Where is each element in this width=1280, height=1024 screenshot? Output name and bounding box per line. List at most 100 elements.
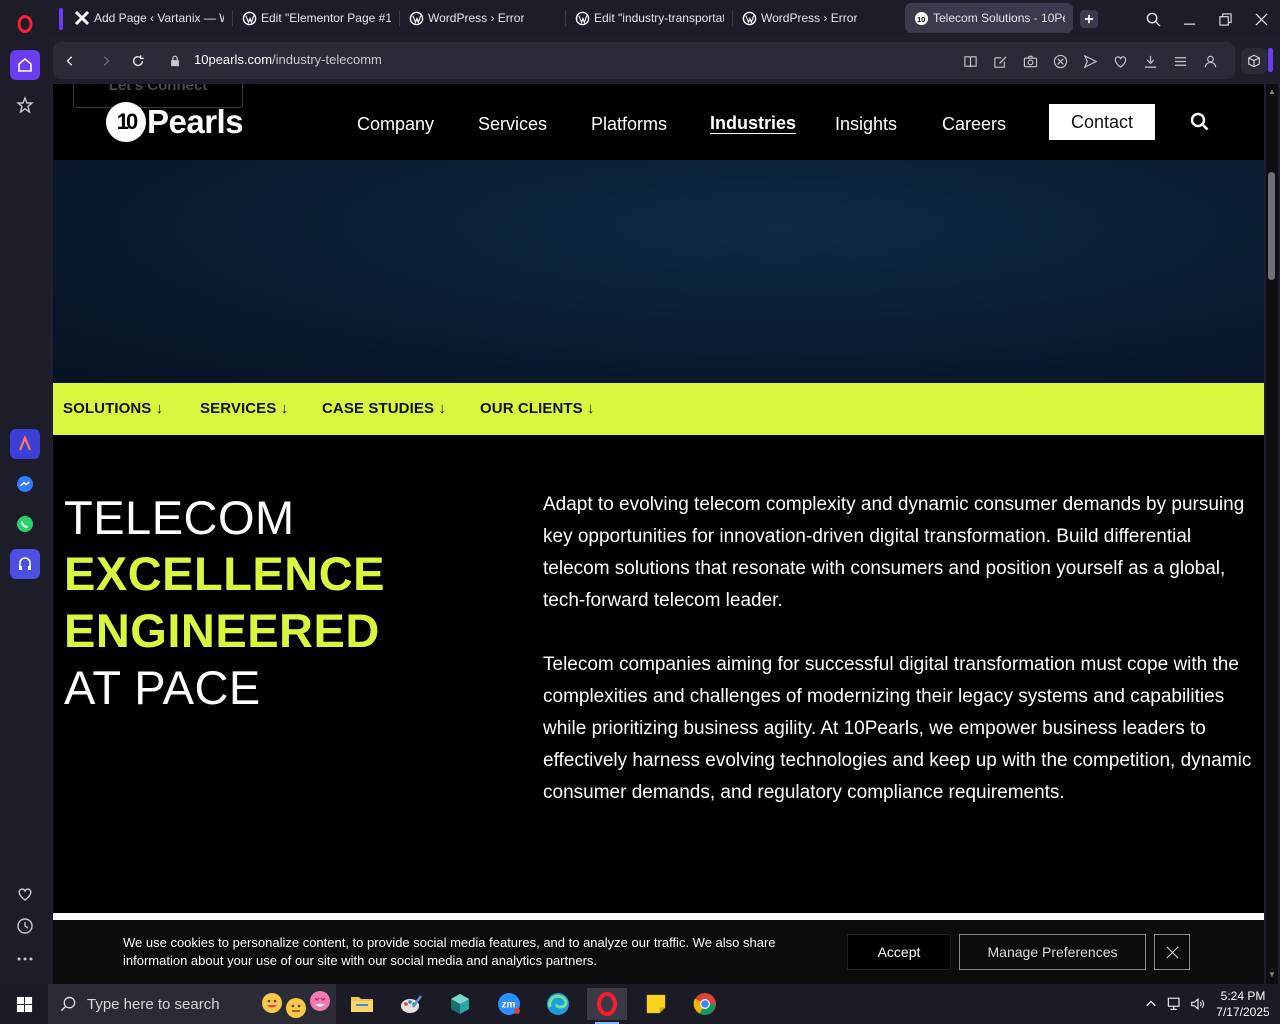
- edit-share-icon[interactable]: [991, 52, 1009, 70]
- logo-mark: 10: [106, 102, 146, 142]
- scroll-up-icon[interactable]: ▲: [1268, 87, 1276, 96]
- nav-industries[interactable]: Industries: [710, 113, 796, 134]
- forward-arrow-icon[interactable]: [95, 50, 117, 72]
- opera-logo-icon[interactable]: [10, 9, 40, 39]
- new-tab-plus-icon[interactable]: [1080, 10, 1098, 28]
- hero-banner: [53, 160, 1264, 383]
- back-arrow-icon[interactable]: [59, 50, 81, 72]
- taskbar: Type here to search zm 5:24 PM 7/17/2025: [0, 984, 1280, 1024]
- nav-services[interactable]: Services: [478, 114, 547, 135]
- manage-preferences-button[interactable]: Manage Preferences: [959, 934, 1146, 970]
- scroll-down-icon[interactable]: ▼: [1268, 970, 1276, 979]
- tab-wordpress-error-2[interactable]: WordPress › Error: [733, 3, 899, 33]
- sticky-notes-icon[interactable]: [636, 988, 676, 1020]
- close-icon[interactable]: [1154, 934, 1190, 970]
- tab-wordpress-error-1[interactable]: WordPress › Error: [400, 3, 565, 33]
- send-flow-icon[interactable]: [1081, 52, 1099, 70]
- cookie-banner: We use cookies to personalize content, t…: [53, 920, 1264, 984]
- reader-mode-icon[interactable]: [961, 52, 979, 70]
- tab-telecom-solutions[interactable]: 10 Telecom Solutions - 10Pea: [905, 3, 1073, 33]
- messenger-icon[interactable]: [10, 469, 40, 499]
- network-icon[interactable]: [1166, 995, 1184, 1013]
- wordpress-icon: [241, 10, 257, 26]
- easy-setup-icon[interactable]: [1171, 52, 1189, 70]
- whatsapp-icon[interactable]: [10, 509, 40, 539]
- download-icon[interactable]: [1141, 52, 1159, 70]
- reload-icon[interactable]: [127, 50, 149, 72]
- intro-paragraph-1: Adapt to evolving telecom complexity and…: [543, 494, 1245, 611]
- scrollbar-thumb[interactable]: [1268, 172, 1275, 280]
- site-logo[interactable]: 10 Pearls: [106, 102, 244, 142]
- contact-button[interactable]: Contact: [1049, 104, 1155, 140]
- clock-date: 7/17/2025: [1216, 1005, 1270, 1019]
- system-clock[interactable]: 5:24 PM 7/17/2025: [1212, 988, 1274, 1020]
- workspace-indicator: [59, 8, 63, 30]
- bookmark-heart-icon[interactable]: [1111, 52, 1129, 70]
- 10pearls-icon: 10: [913, 10, 929, 26]
- heading-line-at-pace: AT PACE: [64, 661, 261, 714]
- nav-company[interactable]: Company: [357, 114, 434, 135]
- opera-taskbar-icon[interactable]: [587, 988, 627, 1024]
- history-clock-icon[interactable]: [10, 911, 40, 941]
- subnav-solutions[interactable]: SOLUTIONS ↓: [63, 400, 163, 417]
- accept-cookies-button[interactable]: Accept: [847, 934, 951, 970]
- search-placeholder: Type here to search: [87, 995, 220, 1013]
- tray-chevron-up-icon[interactable]: [1142, 995, 1160, 1013]
- chrome-browser-icon[interactable]: [685, 988, 725, 1020]
- subnav-case-studies[interactable]: CASE STUDIES ↓: [322, 400, 446, 417]
- url-field[interactable]: 10pearls.com/industry-telecomm: [194, 52, 382, 67]
- wordpress-icon: [574, 10, 590, 26]
- more-dots-icon[interactable]: [10, 944, 40, 974]
- home-icon[interactable]: [10, 50, 40, 80]
- heading-line-telecom: TELECOM: [64, 491, 295, 544]
- tab-industry-transportation[interactable]: Edit "industry-transportat: [566, 3, 732, 33]
- profile-icon[interactable]: [1201, 52, 1219, 70]
- heart-icon[interactable]: [10, 879, 40, 909]
- dev-tool-app-icon[interactable]: [440, 988, 480, 1020]
- sidebar-indicator: [1268, 48, 1273, 72]
- nav-platforms[interactable]: Platforms: [591, 114, 667, 135]
- zoom-app-icon[interactable]: zm: [489, 988, 529, 1020]
- edge-browser-icon[interactable]: [538, 988, 578, 1020]
- clock-time: 5:24 PM: [1220, 989, 1266, 1003]
- close-window-icon[interactable]: [1247, 6, 1275, 32]
- subnav-our-clients[interactable]: OUR CLIENTS ↓: [480, 400, 595, 417]
- svg-text:10: 10: [917, 14, 925, 23]
- emoji-widget-icon[interactable]: [258, 990, 330, 1020]
- svg-text:zm: zm: [502, 1000, 516, 1011]
- wordpress-icon: [741, 10, 757, 26]
- music-player-icon[interactable]: [10, 549, 40, 579]
- section-subnav: SOLUTIONS ↓ SERVICES ↓ CASE STUDIES ↓ OU…: [53, 383, 1264, 435]
- tab-strip: Add Page ‹ Vartanix — W Edit "Elementor …: [50, 0, 1280, 38]
- ad-block-icon[interactable]: [1051, 52, 1069, 70]
- file-explorer-icon[interactable]: [342, 988, 382, 1020]
- wordpress-icon: [408, 10, 424, 26]
- search-icon: [60, 996, 77, 1013]
- site-header: Let's Connect 10 Pearls Company Services…: [53, 84, 1264, 160]
- tab-elementor-page[interactable]: Edit "Elementor Page #10: [233, 3, 399, 33]
- section-divider: [53, 913, 1264, 920]
- nav-insights[interactable]: Insights: [835, 114, 897, 135]
- tab-add-page[interactable]: Add Page ‹ Vartanix — W: [66, 3, 232, 33]
- nav-careers[interactable]: Careers: [942, 114, 1006, 135]
- restore-icon[interactable]: [1211, 6, 1239, 32]
- star-icon[interactable]: [10, 90, 40, 120]
- volume-icon[interactable]: [1189, 995, 1207, 1013]
- tab-search-icon[interactable]: [1139, 6, 1167, 32]
- taskbar-search-box[interactable]: Type here to search: [48, 984, 336, 1024]
- minimize-icon[interactable]: [1175, 6, 1203, 32]
- subnav-services[interactable]: SERVICES ↓: [200, 400, 288, 417]
- camera-snapshot-icon[interactable]: [1021, 52, 1039, 70]
- site-search-icon[interactable]: [1190, 112, 1210, 137]
- heading-line-engineered: ENGINEERED: [64, 604, 380, 657]
- windows-start-icon[interactable]: [0, 984, 48, 1024]
- lock-icon[interactable]: [164, 50, 186, 72]
- heading-line-excellence: EXCELLENCE: [64, 547, 385, 600]
- paint-app-icon[interactable]: [391, 988, 431, 1020]
- browser-sidebar: [0, 0, 50, 984]
- page-scrollbar[interactable]: ▲ ▼: [1266, 84, 1278, 984]
- logo-wordmark: Pearls: [147, 103, 244, 140]
- extensions-cube-icon[interactable]: [1241, 48, 1267, 74]
- aria-icon[interactable]: [10, 429, 40, 459]
- page-viewport: Let's Connect 10 Pearls Company Services…: [53, 84, 1264, 984]
